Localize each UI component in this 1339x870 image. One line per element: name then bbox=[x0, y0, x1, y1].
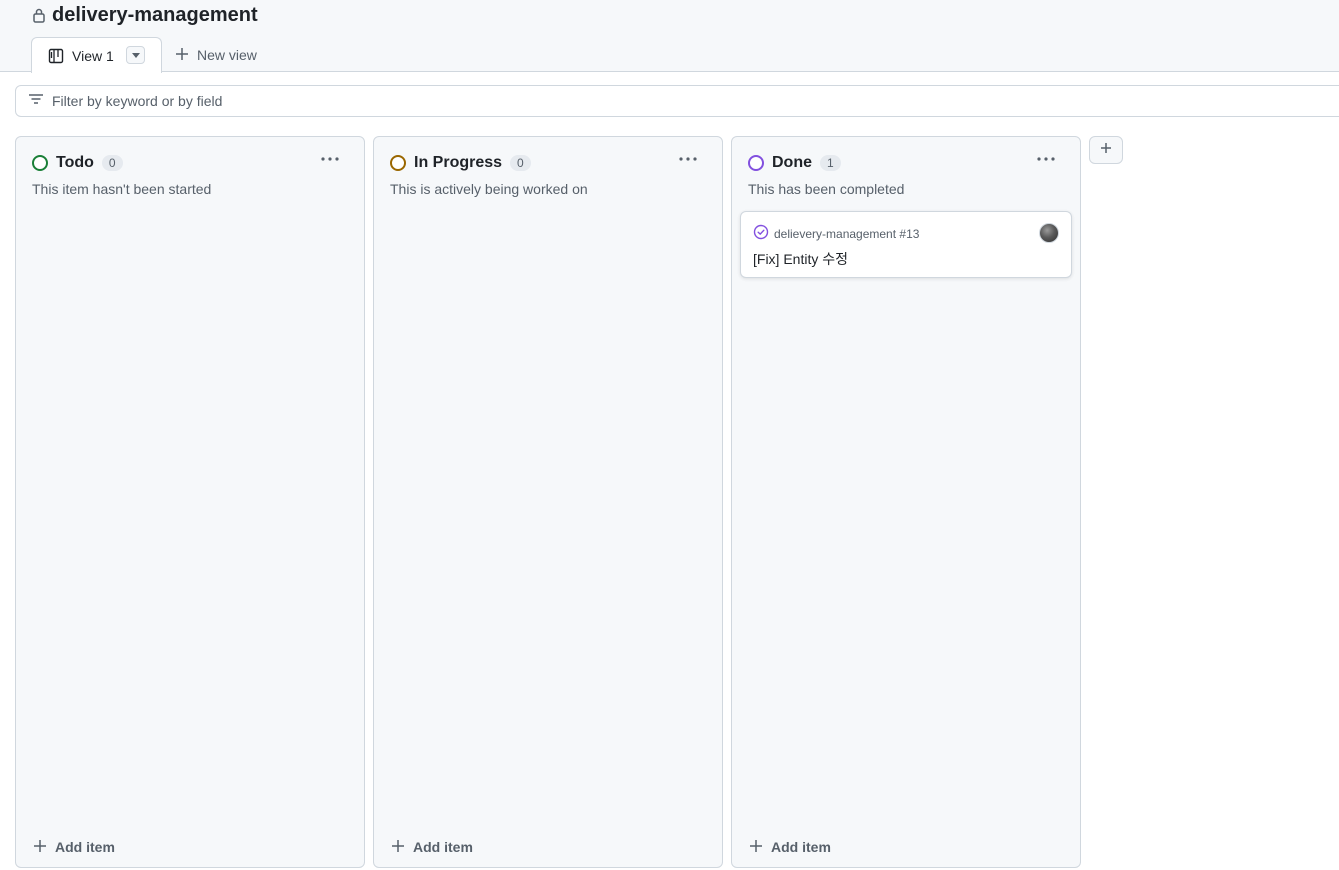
filter-icon bbox=[28, 91, 44, 112]
add-item-label: Add item bbox=[55, 839, 115, 855]
add-item-button[interactable]: Add item bbox=[749, 837, 831, 857]
card-reference: delievery-management #13 bbox=[753, 224, 919, 243]
kebab-horizontal-icon bbox=[1037, 157, 1055, 161]
new-view-button[interactable]: New view bbox=[175, 37, 257, 73]
add-item-label: Add item bbox=[413, 839, 473, 855]
status-circle-icon bbox=[748, 155, 764, 171]
column-description: This item hasn't been started bbox=[32, 181, 212, 197]
tab-view-1[interactable]: View 1 bbox=[31, 37, 162, 73]
tab-options-button[interactable] bbox=[126, 46, 145, 64]
project-title-row: delivery-management bbox=[32, 3, 258, 27]
column-menu-button[interactable] bbox=[676, 151, 700, 167]
status-circle-icon bbox=[390, 155, 406, 171]
status-circle-icon bbox=[32, 155, 48, 171]
column-menu-button[interactable] bbox=[318, 151, 342, 167]
column-header: In Progress 0 bbox=[390, 153, 531, 173]
column-count-badge: 0 bbox=[510, 155, 531, 171]
issue-card[interactable]: delievery-management #13 [Fix] Entity 수정 bbox=[740, 211, 1072, 278]
column-description: This has been completed bbox=[748, 181, 905, 197]
card-reference-text[interactable]: delievery-management #13 bbox=[774, 227, 919, 241]
project-header: delivery-management View 1 New view bbox=[0, 0, 1339, 73]
plus-icon bbox=[1100, 141, 1112, 159]
add-item-label: Add item bbox=[771, 839, 831, 855]
column-header: Done 1 bbox=[748, 153, 841, 173]
triangle-down-icon bbox=[131, 52, 140, 58]
column-name: Todo bbox=[56, 154, 94, 171]
column-todo: Todo 0 This item hasn't been started Add… bbox=[15, 136, 365, 868]
column-in-progress: In Progress 0 This is actively being wor… bbox=[373, 136, 723, 868]
column-name: In Progress bbox=[414, 154, 503, 171]
kebab-horizontal-icon bbox=[321, 157, 339, 161]
column-menu-button[interactable] bbox=[1034, 151, 1058, 167]
project-board-icon bbox=[48, 48, 64, 64]
column-done: Done 1 This has been completed delievery… bbox=[731, 136, 1081, 868]
plus-icon bbox=[33, 839, 47, 856]
project-title: delivery-management bbox=[52, 3, 258, 26]
column-count-badge: 0 bbox=[101, 155, 123, 171]
tab-label: View 1 bbox=[72, 47, 114, 64]
plus-icon bbox=[175, 47, 189, 64]
add-column-button[interactable] bbox=[1089, 136, 1123, 164]
filter-bar bbox=[15, 85, 1339, 117]
plus-icon bbox=[391, 839, 405, 856]
kebab-horizontal-icon bbox=[679, 157, 697, 161]
add-item-button[interactable]: Add item bbox=[33, 837, 115, 857]
column-name: Done bbox=[772, 154, 812, 171]
column-header: Todo 0 bbox=[32, 153, 123, 173]
card-title[interactable]: [Fix] Entity 수정 bbox=[753, 249, 848, 269]
lock-icon bbox=[32, 7, 46, 23]
issue-closed-icon bbox=[753, 224, 769, 243]
column-count-badge: 1 bbox=[820, 155, 841, 171]
assignee-avatar[interactable] bbox=[1039, 223, 1059, 243]
add-item-button[interactable]: Add item bbox=[391, 837, 473, 857]
new-view-label: New view bbox=[197, 47, 257, 63]
plus-icon bbox=[749, 839, 763, 856]
column-description: This is actively being worked on bbox=[390, 181, 588, 197]
filter-input[interactable] bbox=[52, 93, 652, 109]
